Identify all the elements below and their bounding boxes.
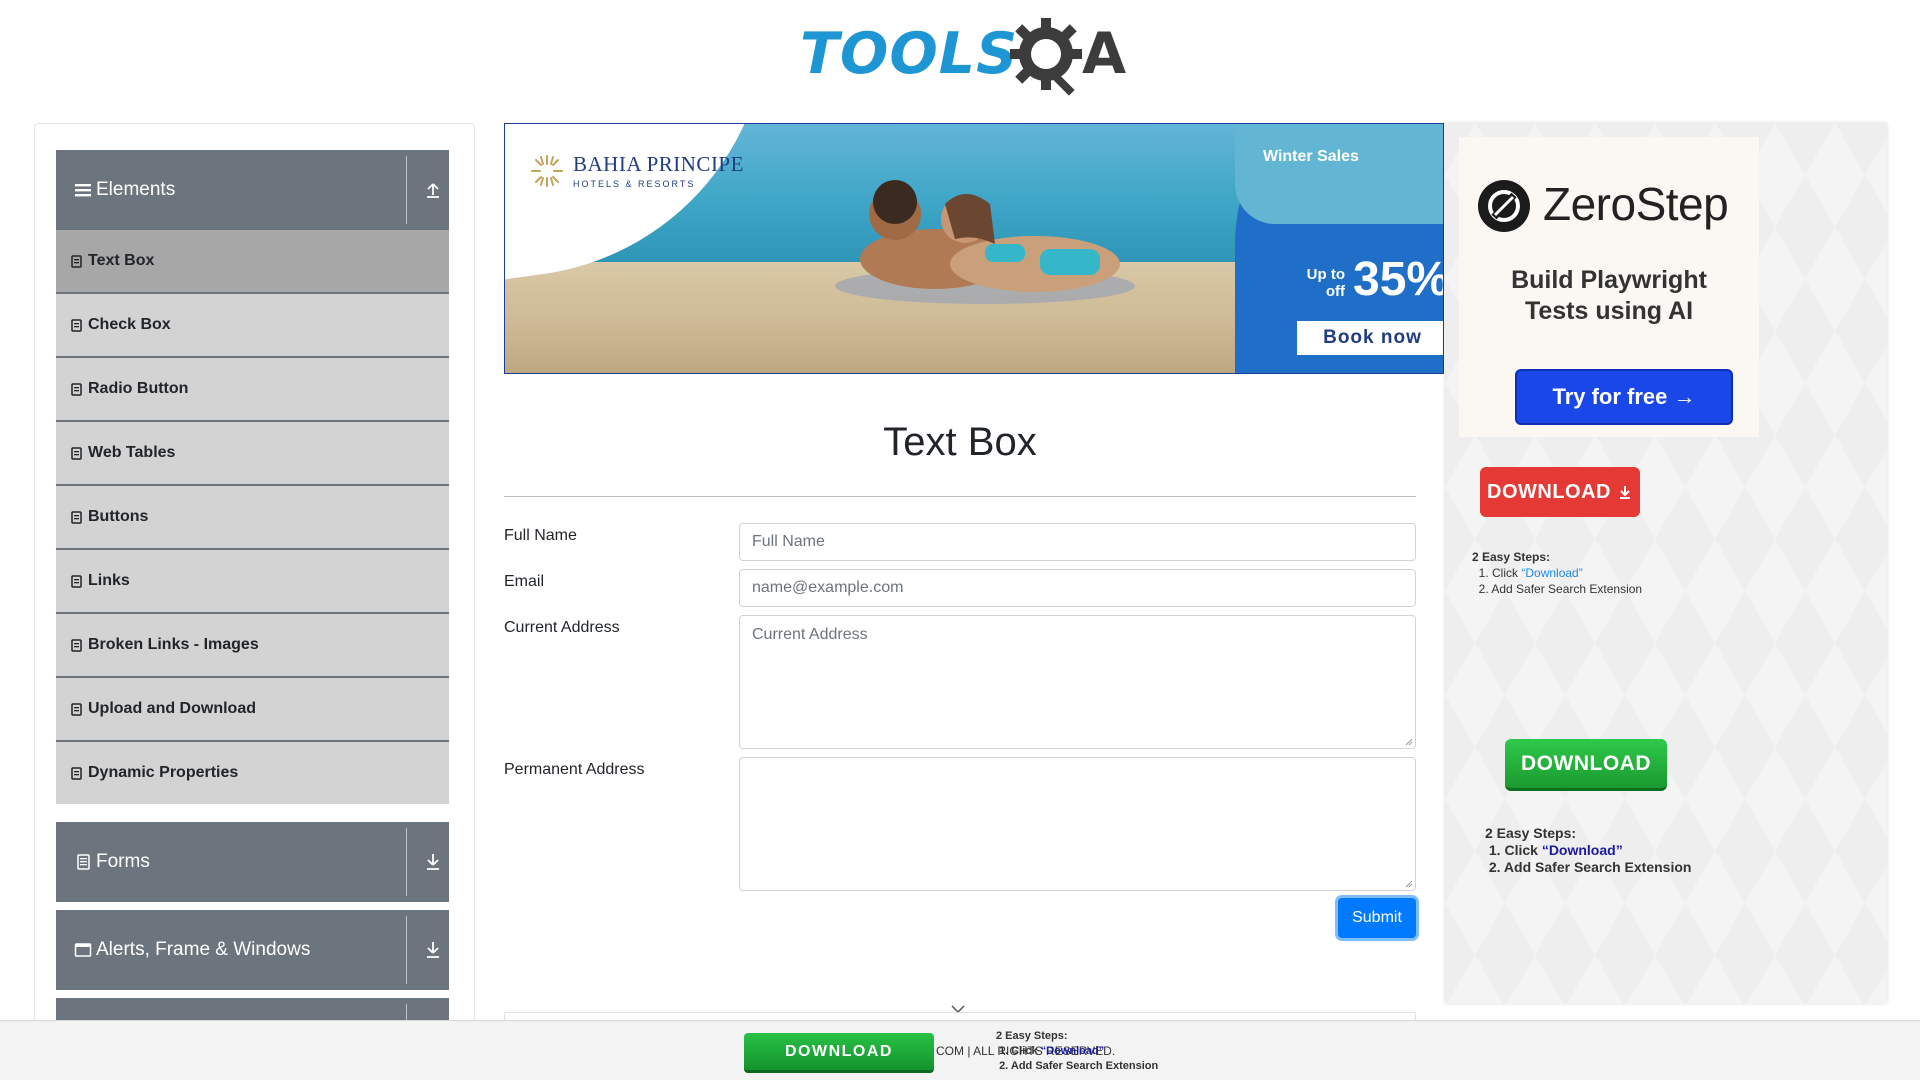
resize-grip-icon[interactable] <box>1405 880 1413 888</box>
banner-upto: Up to off <box>1306 266 1345 300</box>
sidebar-item-text-box[interactable]: Text Box <box>56 230 449 292</box>
bottom-download-button[interactable]: DOWNLOAD <box>744 1033 934 1073</box>
toolsqa-logo[interactable]: TOOLS A <box>800 14 1127 96</box>
permanent-address-label: Permanent Address <box>504 761 645 778</box>
download-link[interactable]: “Download” <box>1041 1045 1105 1057</box>
banner-percent: 35% <box>1353 253 1444 306</box>
permanent-address-textarea[interactable] <box>739 757 1416 891</box>
current-address-textarea[interactable]: Current Address <box>739 615 1416 749</box>
expand-arrow-icon[interactable] <box>424 940 442 960</box>
full-name-placeholder: Full Name <box>752 533 825 550</box>
group-header-forms[interactable]: Forms <box>56 822 449 902</box>
submit-button[interactable]: Submit <box>1338 898 1416 938</box>
banner-brand: BAHIA PRINCIPE <box>573 152 744 176</box>
sidebar-item-label: Buttons <box>88 508 149 525</box>
sidebar-item-label: Broken Links - Images <box>88 636 259 653</box>
sidebar-item-check-box[interactable]: Check Box <box>56 294 449 356</box>
sidebar-group-elements: Elements Text Box Check Box Radio Button… <box>56 150 449 804</box>
document-icon <box>71 254 82 268</box>
download-label: DOWNLOAD <box>1487 480 1611 503</box>
group-header-alerts[interactable]: Alerts, Frame & Windows <box>56 910 449 990</box>
divider <box>406 916 407 984</box>
gear-magnifier-icon <box>1010 18 1082 96</box>
divider <box>406 156 407 224</box>
sidebar-item-web-tables[interactable]: Web Tables <box>56 422 449 484</box>
right-ad-column: ZeroStep Build Playwright Tests using AI… <box>1445 123 1887 1003</box>
download-button-green[interactable]: DOWNLOAD <box>1505 739 1667 791</box>
form-icon <box>74 853 92 871</box>
sidebar-item-label: Web Tables <box>88 444 176 461</box>
sidebar-item-links[interactable]: Links <box>56 550 449 612</box>
download-steps-green: 2 Easy Steps: 1. Click “Download” 2. Add… <box>1485 825 1692 875</box>
document-icon <box>71 382 82 396</box>
title-divider <box>504 496 1416 497</box>
sidebar-item-label: Check Box <box>88 316 171 333</box>
sidebar-group-alerts: Alerts, Frame & Windows <box>56 910 449 990</box>
couple-on-beach-image <box>835 180 1135 304</box>
banner-promo-title: Winter Sales <box>1263 148 1359 165</box>
document-icon <box>71 446 82 460</box>
sidebar-group-forms: Forms <box>56 822 449 902</box>
group-title: Elements <box>96 179 176 200</box>
sidebar-item-label: Upload and Download <box>88 700 256 717</box>
document-icon <box>71 766 82 780</box>
email-label: Email <box>504 573 545 590</box>
sidebar-item-broken-links[interactable]: Broken Links - Images <box>56 614 449 676</box>
window-icon <box>74 941 92 959</box>
download-steps-red: 2 Easy Steps: 1. Click “Download” 2. Add… <box>1472 550 1643 596</box>
collapse-arrow-icon[interactable] <box>424 180 442 200</box>
download-link[interactable]: “Download” <box>1521 566 1582 580</box>
book-now-button[interactable]: Book now <box>1295 319 1443 357</box>
page-title: Text Box <box>883 420 1037 464</box>
full-name-input[interactable]: Full Name <box>739 523 1416 561</box>
sidebar-item-radio-button[interactable]: Radio Button <box>56 358 449 420</box>
document-icon <box>71 318 82 332</box>
download-link[interactable]: “Download” <box>1542 842 1623 858</box>
logo-text-end: A <box>1082 21 1127 87</box>
document-icon <box>71 510 82 524</box>
sidebar-item-label: Text Box <box>88 252 155 269</box>
email-input[interactable]: name@example.com <box>739 569 1416 607</box>
full-name-label: Full Name <box>504 527 577 544</box>
zerostep-headline: Build Playwright Tests using AI <box>1511 266 1707 325</box>
document-icon <box>71 638 82 652</box>
group-title: Alerts, Frame & Windows <box>96 939 311 960</box>
left-panel: Elements Text Box Check Box Radio Button… <box>34 123 475 1080</box>
document-icon <box>71 574 82 588</box>
sidebar-item-label: Links <box>88 572 130 589</box>
group-title: Forms <box>96 851 150 872</box>
current-address-placeholder: Current Address <box>752 626 868 643</box>
divider <box>406 828 407 896</box>
bahia-principe-logo: BAHIA PRINCIPE HOTELS & RESORTS <box>529 152 744 189</box>
hamburger-icon <box>74 181 92 199</box>
sidebar-item-label: Radio Button <box>88 380 189 397</box>
current-address-label: Current Address <box>504 619 620 636</box>
sidebar-item-label: Dynamic Properties <box>88 764 239 781</box>
try-for-free-button[interactable]: Try for free → <box>1515 369 1733 425</box>
sidebar-item-buttons[interactable]: Buttons <box>56 486 449 548</box>
banner-ad[interactable]: BAHIA PRINCIPE HOTELS & RESORTS Winter S… <box>504 123 1444 374</box>
sidebar-item-dynamic-properties[interactable]: Dynamic Properties <box>56 742 449 804</box>
sun-icon <box>531 154 563 187</box>
download-button-red[interactable]: DOWNLOAD <box>1480 467 1640 517</box>
banner-brand-sub: HOTELS & RESORTS <box>573 179 696 189</box>
header: TOOLS A <box>0 0 1920 100</box>
zerostep-logo-icon <box>1478 180 1530 232</box>
zerostep-name: ZeroStep <box>1543 178 1729 230</box>
email-placeholder: name@example.com <box>752 579 904 596</box>
expand-arrow-icon[interactable] <box>424 852 442 872</box>
zerostep-ad[interactable]: ZeroStep Build Playwright Tests using AI… <box>1459 137 1759 437</box>
bottom-download-steps: 2 Easy Steps: 1. Click “Download” 2. Add… <box>996 1030 1159 1072</box>
promo-top <box>1235 124 1443 224</box>
sidebar-item-upload-download[interactable]: Upload and Download <box>56 678 449 740</box>
group-header-elements[interactable]: Elements <box>56 150 449 230</box>
resize-grip-icon[interactable] <box>1405 738 1413 746</box>
download-icon <box>1619 486 1630 499</box>
bottom-sticky-ad: DOWNLOAD COM | ALL RIGHTS RESERVED. 2 Ea… <box>0 1020 1920 1080</box>
logo-text: TOOLS <box>800 21 1019 87</box>
document-icon <box>71 702 82 716</box>
